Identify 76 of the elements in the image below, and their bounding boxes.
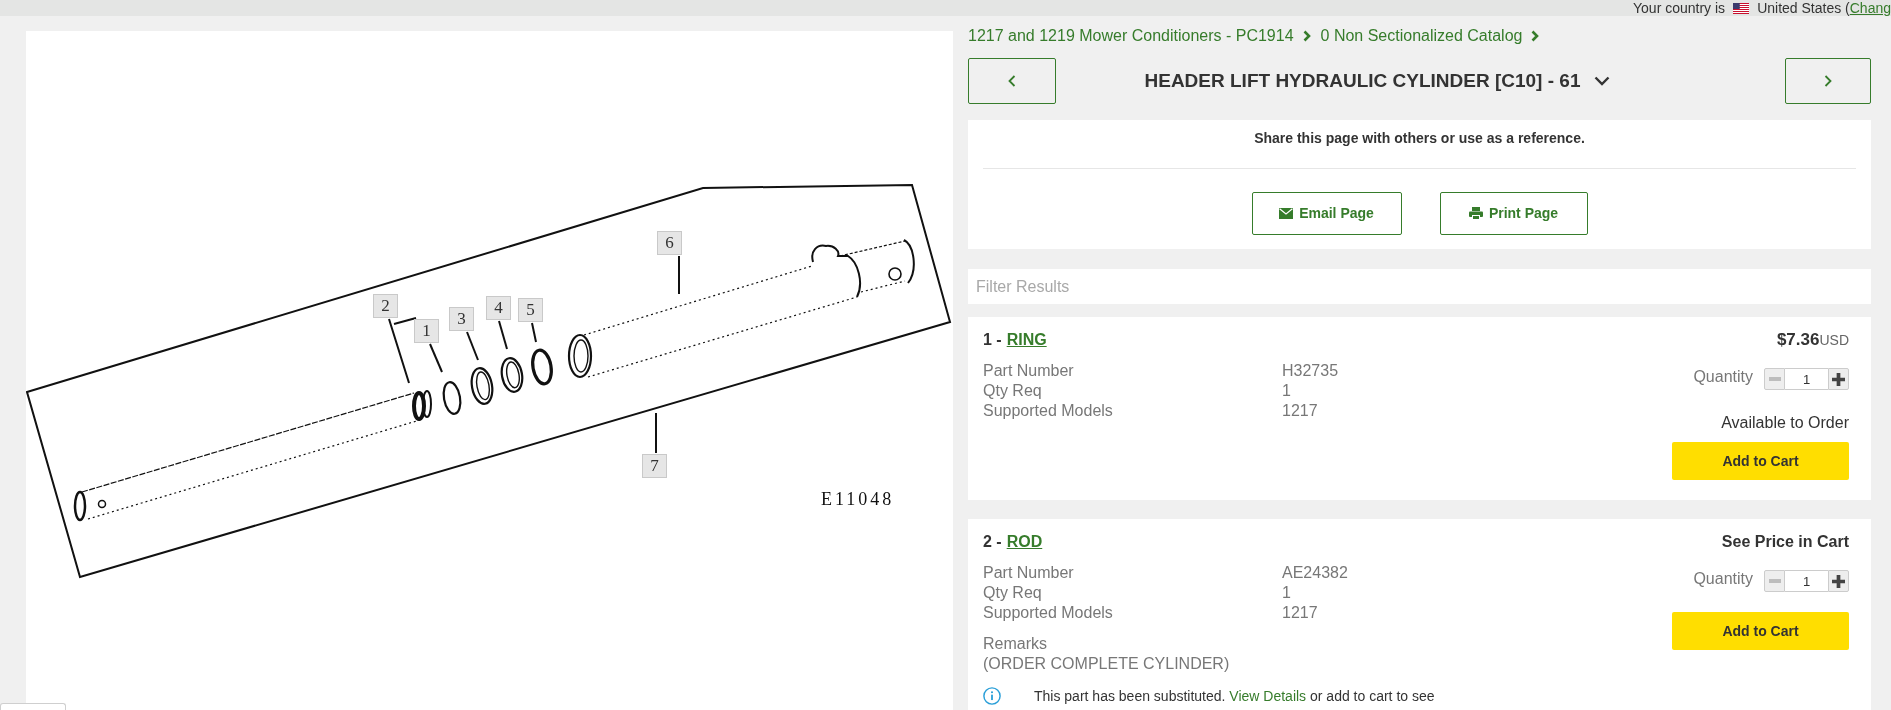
increase-button[interactable] — [1828, 570, 1849, 592]
plus-icon — [1832, 372, 1845, 386]
detail-value: AE24382 — [1282, 563, 1349, 583]
flag-icon — [1733, 2, 1750, 14]
minus-icon — [1768, 579, 1781, 583]
callout-label: 2 — [373, 294, 398, 318]
callout-label: 1 — [414, 319, 439, 343]
ring — [500, 357, 524, 393]
minus-icon — [1768, 377, 1781, 381]
remarks-text: (ORDER COMPLETE CYLINDER) — [983, 654, 1231, 674]
ring — [470, 367, 494, 405]
substitution-notice: This part has been substituted. View Details or add to cart to see — [1034, 687, 1435, 705]
info-icon — [983, 687, 1001, 705]
callout-label: 5 — [518, 298, 543, 322]
callout-label: 4 — [486, 296, 511, 320]
change-country-link[interactable]: Chang — [1849, 0, 1891, 16]
ring — [442, 381, 462, 415]
detail-label: Supported Models — [983, 603, 1114, 623]
item-number: 2 - — [983, 532, 1002, 552]
callout-label: 7 — [642, 454, 667, 478]
detail-label: Part Number — [983, 563, 1075, 583]
chevron-left-icon — [1008, 75, 1016, 87]
part-name-link[interactable]: ROD — [1006, 530, 1043, 554]
detail-value: 1217 — [1282, 401, 1319, 421]
email-page-button[interactable]: Email Page — [1251, 192, 1402, 235]
detail-value: 1 — [1282, 381, 1292, 401]
remarks-label: Remarks — [983, 634, 1048, 654]
price: $7.36 — [1776, 330, 1820, 350]
filter-field[interactable]: Filter Results — [968, 269, 1871, 304]
chevron-right-icon — [1531, 30, 1540, 42]
previous-button[interactable] — [968, 58, 1056, 104]
leader-line — [388, 317, 417, 384]
envelope-icon — [1279, 208, 1294, 219]
quantity-field[interactable]: 1 — [1785, 570, 1828, 592]
price-note: See Price in Cart — [1721, 532, 1849, 552]
view-details-link[interactable]: View Details — [1229, 687, 1307, 704]
detail-label: Qty Req — [983, 381, 1043, 401]
share-text: Share this page with others or use as a reference. — [1253, 129, 1586, 148]
detail-value: 1217 — [1282, 603, 1319, 623]
detail-label: Qty Req — [983, 583, 1043, 603]
detail-value: H32735 — [1282, 361, 1339, 381]
leader-line — [678, 255, 680, 295]
leader-line — [429, 343, 443, 373]
page-title: HEADER LIFT HYDRAULIC CYLINDER [C10] - 61 — [1144, 68, 1581, 93]
item-number: 1 - — [983, 330, 1002, 350]
callout-label: 3 — [449, 307, 474, 331]
leader-line — [466, 331, 479, 361]
print-page-button[interactable]: Print Page — [1439, 192, 1588, 235]
detail-label: Part Number — [983, 361, 1075, 381]
detail-value: 1 — [1282, 583, 1292, 603]
quantity-label: Quantity — [1693, 569, 1753, 589]
leader-line — [498, 320, 508, 350]
next-button[interactable] — [1785, 58, 1871, 104]
plus-icon — [1832, 574, 1845, 588]
add-to-cart-button[interactable]: Add to Cart — [1672, 612, 1849, 650]
add-to-cart-button[interactable]: Add to Cart — [1672, 442, 1849, 480]
country-label: Your country is — [1633, 0, 1726, 16]
printer-icon — [1468, 207, 1483, 220]
availability-text: Available to Order — [1721, 413, 1849, 433]
chevron-right-icon — [1302, 30, 1311, 42]
country-name: United States ( — [1757, 0, 1850, 16]
detail-label: Supported Models — [983, 401, 1114, 421]
chevron-down-icon[interactable] — [1594, 76, 1611, 86]
currency: USD — [1819, 331, 1849, 350]
part-name-link[interactable]: RING — [1006, 328, 1047, 352]
quantity-field[interactable]: 1 — [1785, 368, 1828, 390]
figure-code: E11048 — [821, 488, 895, 511]
ring — [531, 348, 553, 386]
callout-label: 6 — [657, 231, 682, 255]
quantity-label: Quantity — [1693, 367, 1753, 387]
breadcrumb-link[interactable]: 0 Non Sectionalized Catalog — [1320, 24, 1523, 48]
chevron-right-icon — [1824, 75, 1832, 87]
leader-line — [531, 322, 537, 343]
increase-button[interactable] — [1828, 368, 1849, 390]
breadcrumb-link[interactable]: 1217 and 1219 Mower Conditioners - PC1914 — [968, 24, 1294, 48]
leader-line — [655, 412, 657, 454]
